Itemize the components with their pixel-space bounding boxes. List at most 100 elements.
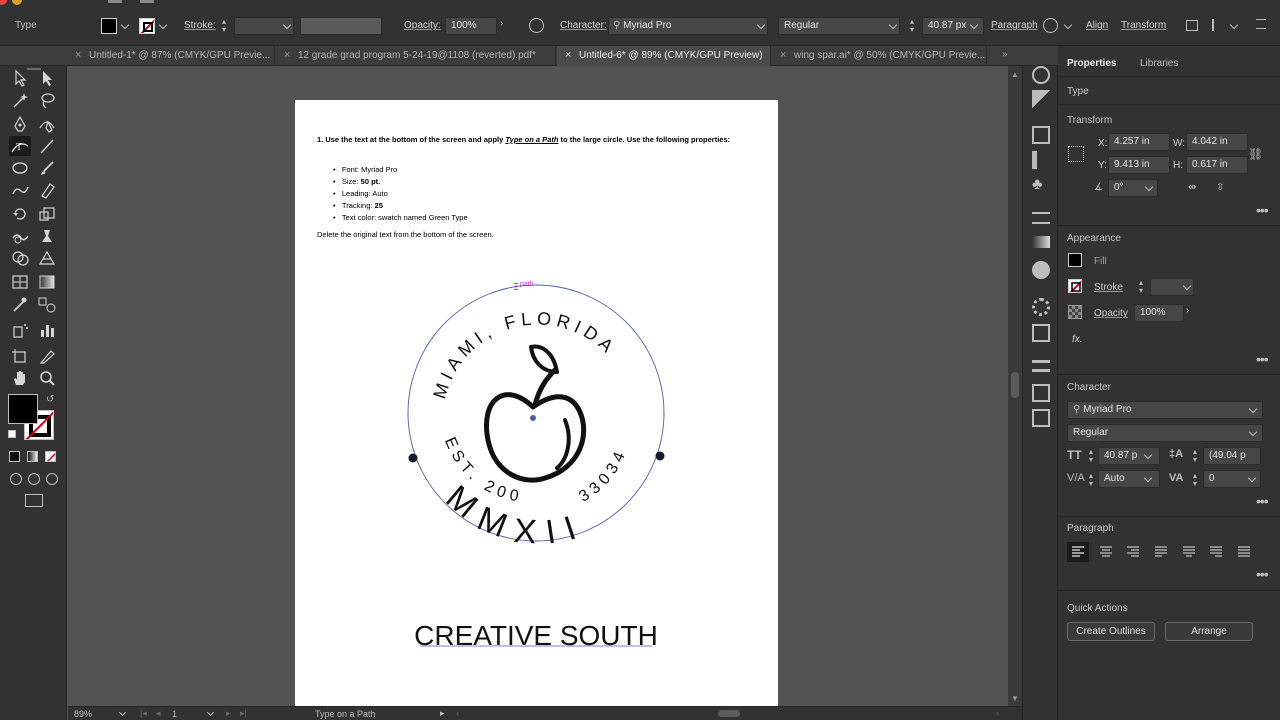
font-style-input[interactable]: Regular [778, 17, 900, 35]
canvas-area[interactable]: 1. Use the text at the bottom of the scr… [68, 66, 1008, 706]
opacity-arrow-icon[interactable]: › [1186, 305, 1189, 316]
paintbrush-tool-icon[interactable] [36, 158, 58, 178]
maximize-window-button[interactable] [108, 0, 122, 3]
tab-libraries[interactable]: Libraries [1140, 58, 1178, 69]
close-tab-icon[interactable]: × [565, 46, 579, 65]
color-mode-icon[interactable] [9, 451, 20, 462]
fill-swatch[interactable] [1068, 253, 1082, 267]
eraser-tool-icon[interactable] [36, 180, 58, 200]
column-graph-tool-icon[interactable] [36, 320, 58, 340]
export-panel-icon[interactable] [1032, 384, 1050, 402]
stroke-label[interactable]: Stroke [1094, 282, 1123, 293]
opacity-label[interactable]: Opacity: [404, 17, 441, 35]
tracking-stepper-icon[interactable]: ▴ ▾ [1193, 472, 1197, 488]
blend-tool-icon[interactable] [36, 294, 58, 314]
draw-normal-icon[interactable] [10, 473, 22, 485]
type-options-chevron-icon[interactable] [1063, 20, 1073, 30]
zoom-level[interactable]: 89% [74, 709, 92, 719]
opacity-input[interactable]: 100% [1134, 304, 1184, 322]
artboard-number-input[interactable]: 1 [172, 709, 177, 719]
flip-horizontal-icon[interactable]: ⇹ [1188, 182, 1196, 193]
line-segment-tool-icon[interactable] [36, 136, 58, 156]
curvature-tool-icon[interactable] [36, 114, 58, 134]
transform-label[interactable]: Transform [1121, 17, 1166, 35]
color-panel-icon[interactable] [1032, 66, 1050, 84]
scroll-up-icon[interactable]: ▲ [1011, 70, 1019, 79]
scroll-thumb[interactable] [1011, 372, 1019, 398]
align-label[interactable]: Align [1086, 17, 1108, 35]
paragraph-label[interactable]: Paragraph [991, 17, 1038, 35]
gradient-mode-icon[interactable] [27, 451, 38, 462]
w-input[interactable]: 4.042 in [1186, 133, 1248, 151]
font-family-input[interactable]: ⚲ Myriad Pro [1067, 401, 1263, 419]
puppet-warp-tool-icon[interactable] [36, 226, 58, 246]
rotate-tool-icon[interactable] [9, 204, 31, 224]
artboard-chevron-icon[interactable] [206, 708, 215, 717]
brushes-panel-icon[interactable] [1032, 151, 1050, 169]
status-menu-arrow-icon[interactable]: ▸ [440, 708, 445, 719]
screen-mode-icon[interactable] [25, 494, 43, 507]
justify-left-icon[interactable] [1150, 542, 1172, 565]
scale-tool-icon[interactable] [36, 204, 58, 224]
tab-properties[interactable]: Properties [1067, 58, 1116, 69]
last-artboard-icon[interactable]: ▸| [240, 708, 247, 719]
opacity-input[interactable]: 100% [445, 17, 497, 35]
font-style-input[interactable]: Regular [1067, 424, 1263, 442]
hand-tool-icon[interactable] [9, 368, 31, 388]
symbols-panel-icon[interactable]: ♣ [1032, 176, 1050, 194]
appearance-panel-icon[interactable] [1032, 298, 1050, 316]
gradient-tool-icon[interactable] [36, 272, 58, 292]
align-left-icon[interactable] [1067, 542, 1089, 562]
path-anchor-right[interactable] [655, 451, 665, 461]
fill-swatch[interactable] [101, 18, 117, 34]
stroke-swatch[interactable] [1068, 279, 1082, 293]
logo-artwork[interactable]: path ⌶ MIAMI, FLORIDA EST. 2003 33034 MM… [295, 100, 778, 706]
fill-dropdown-chevron-icon[interactable] [120, 20, 130, 30]
path-anchor-left[interactable] [408, 453, 418, 463]
artboards-panel-icon[interactable] [1032, 409, 1050, 427]
font-size-stepper-icon[interactable]: ▴ ▾ [1089, 448, 1093, 464]
scroll-down-icon[interactable]: ▼ [1011, 694, 1019, 703]
selection-tool-icon[interactable] [9, 68, 31, 88]
justify-all-icon[interactable] [1233, 542, 1255, 565]
paragraph-more-options-icon[interactable]: ••• [1256, 566, 1269, 582]
create-outlines-button[interactable]: Create Outlines [1067, 622, 1155, 641]
scroll-right-icon[interactable]: › [996, 708, 999, 718]
direct-selection-tool-icon[interactable] [36, 68, 58, 88]
tab-untitled-6[interactable]: × Untitled-6* @ 89% (CMYK/GPU Preview) [557, 46, 771, 66]
vertical-scrollbar[interactable]: ▲ ▼ [1008, 66, 1022, 706]
type-on-path-options-icon[interactable] [1043, 18, 1058, 33]
default-fill-stroke-icon[interactable] [8, 430, 16, 438]
pen-tool-icon[interactable] [9, 114, 31, 134]
font-size-stepper-icon[interactable]: ▴ ▾ [910, 18, 918, 34]
swatches-panel-icon[interactable] [1032, 126, 1050, 144]
type-on-path-tool-icon[interactable]: T [9, 136, 31, 156]
opacity-label[interactable]: Opacity [1094, 308, 1128, 319]
close-tab-icon[interactable]: × [780, 46, 794, 65]
arrange-button[interactable]: Arrange [1165, 622, 1253, 641]
leading-stepper-icon[interactable]: ▴ ▾ [1193, 448, 1197, 464]
align-distribute-icon[interactable] [1212, 19, 1224, 31]
close-window-button[interactable] [0, 0, 7, 5]
constrain-proportions-icon[interactable]: ⛓ [1248, 147, 1263, 161]
workspace-button[interactable] [140, 0, 154, 3]
shape-builder-tool-icon[interactable] [9, 248, 31, 268]
scroll-left-icon[interactable]: ‹ [456, 708, 459, 718]
stroke-dropdown-chevron-icon[interactable] [158, 20, 168, 30]
draw-behind-icon[interactable] [28, 473, 40, 485]
justify-center-icon[interactable] [1178, 542, 1200, 565]
transparency-panel-icon[interactable] [1032, 261, 1050, 279]
arrange-documents-icon[interactable] [1186, 20, 1198, 31]
artboard-tool-icon[interactable] [9, 346, 31, 366]
align-right-icon[interactable] [1122, 542, 1144, 565]
close-tab-icon[interactable]: × [284, 46, 298, 65]
panel-menu-icon[interactable] [1256, 19, 1266, 29]
none-mode-icon[interactable] [45, 451, 56, 462]
variable-width-profile[interactable] [300, 17, 382, 35]
graphic-styles-icon[interactable] [1032, 324, 1050, 342]
tab-wing-spar[interactable]: × wing spar.ai* @ 50% (CMYK/GPU Previe... [772, 46, 987, 66]
stroke-label[interactable]: Stroke: [184, 17, 216, 35]
x-input[interactable]: 4.257 in [1108, 133, 1170, 151]
warp-tool-icon[interactable] [9, 226, 31, 246]
font-family-input[interactable]: ⚲ Myriad Pro [608, 17, 768, 35]
